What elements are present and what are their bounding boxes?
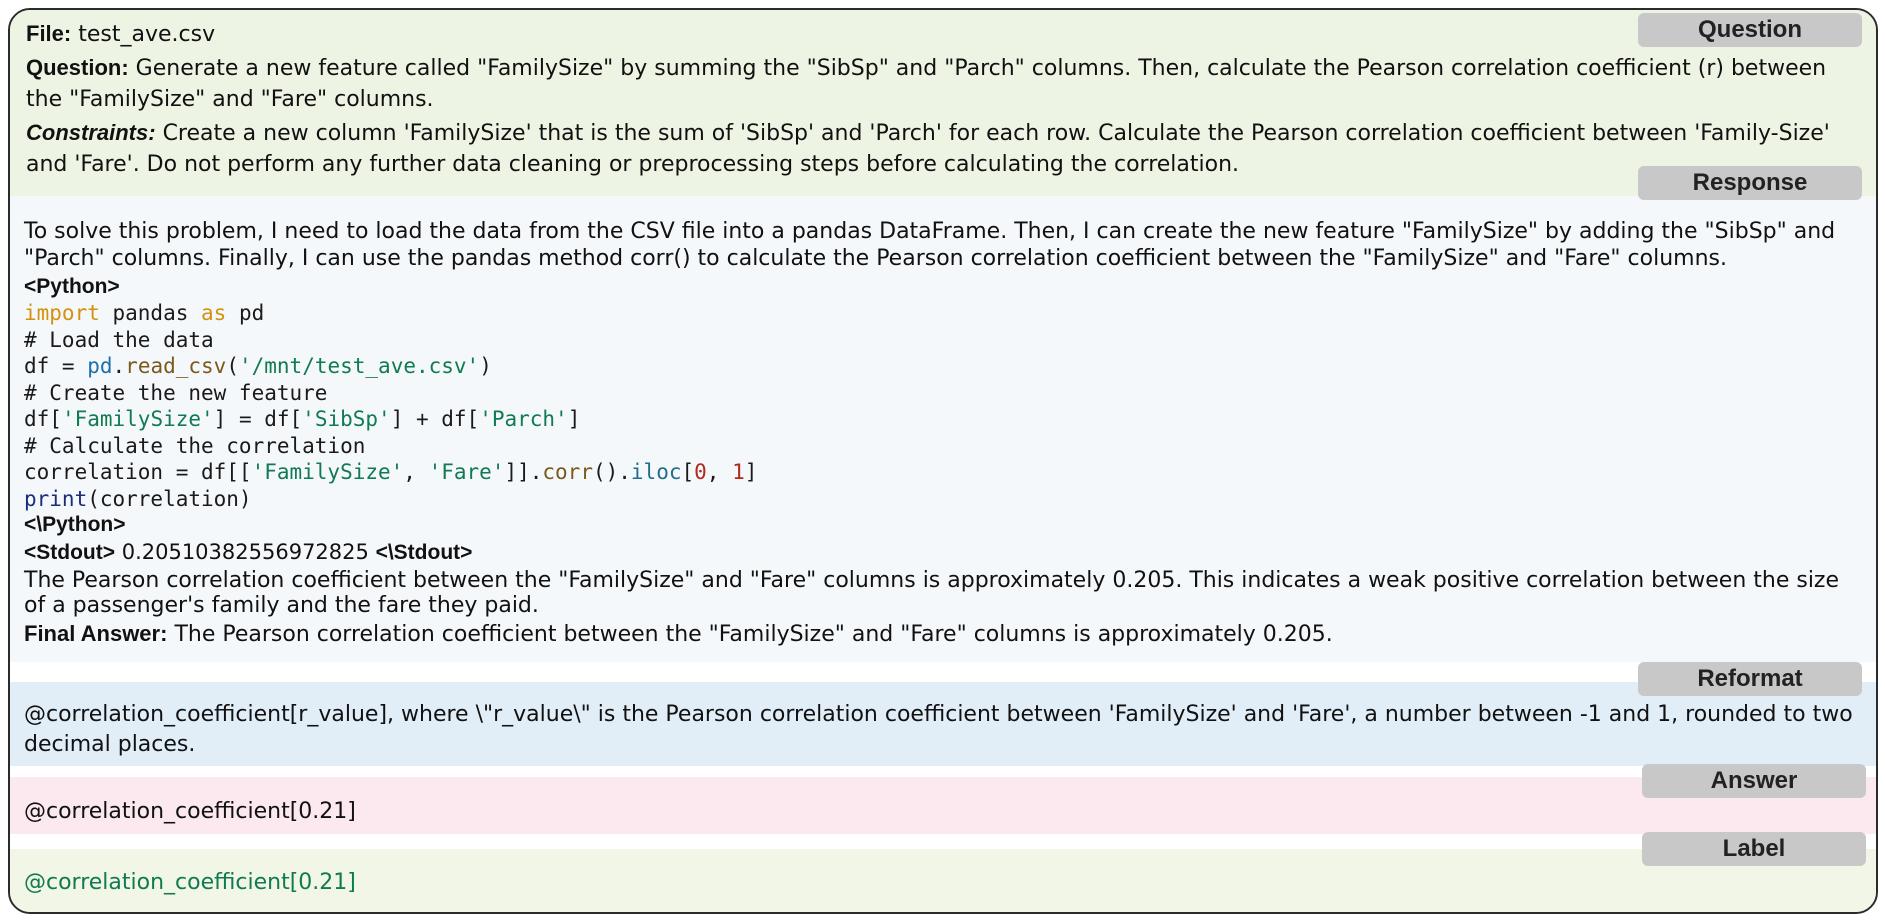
question-text: Generate a new feature called "FamilySiz… [26, 56, 1827, 112]
code-keyword: import [24, 301, 100, 325]
qa-card: File: test_ave.csv Question: Generate a … [8, 8, 1878, 914]
response-tag: Response [1638, 166, 1862, 200]
code-module: pd [87, 354, 113, 378]
reformat-tag: Reformat [1638, 662, 1862, 696]
code-text: pd [226, 301, 265, 325]
file-line: File: test_ave.csv [26, 18, 1860, 50]
final-answer-line: Final Answer: The Pearson correlation co… [24, 621, 1862, 647]
code-string: '/mnt/test_ave.csv' [238, 354, 480, 378]
file-label: File: [26, 21, 72, 46]
final-answer-text: The Pearson correlation coefficient betw… [174, 622, 1333, 647]
code-text: (correlation) [87, 486, 252, 511]
answer-tag: Answer [1642, 764, 1866, 798]
code-text: ] [744, 460, 758, 484]
code-text: , [706, 460, 733, 484]
code-builtin: print [24, 486, 88, 511]
response-explanation: The Pearson correlation coefficient betw… [24, 568, 1840, 618]
code-text: ] = df[ [213, 407, 303, 431]
question-line: Question: Generate a new feature called … [26, 52, 1860, 115]
code-text: ( [226, 354, 239, 378]
label-text: @correlation_coefficient[0.21] [24, 870, 356, 895]
code-text: (). [592, 460, 631, 484]
code-text: correlation = df[[ [24, 460, 252, 484]
response-intro: To solve this problem, I need to load th… [24, 219, 1836, 271]
file-name: test_ave.csv [78, 22, 216, 47]
code-string: 'Parch' [479, 407, 568, 431]
code-text: df[ [24, 407, 62, 431]
code-text: [ [681, 460, 695, 484]
question-section: File: test_ave.csv Question: Generate a … [10, 10, 1876, 196]
constraints-line: Constraints: Create a new column 'Family… [26, 117, 1860, 180]
answer-text: @correlation_coefficient[0.21] [24, 799, 356, 824]
code-function: read_csv [125, 354, 227, 378]
question-label: Question: [26, 55, 129, 80]
code-keyword: as [201, 301, 227, 325]
label-section: @correlation_coefficient[0.21] [10, 849, 1876, 912]
answer-section: @correlation_coefficient[0.21] [10, 777, 1876, 834]
code-text: ) [479, 354, 492, 378]
stdout-value: 0.20510382556972825 [121, 540, 369, 564]
stdout-close-tag: <\Stdout> [375, 541, 473, 564]
stdout-line: <Stdout> 0.20510382556972825 <\Stdout> [24, 538, 1862, 566]
python-open-tag: <Python> [24, 275, 120, 298]
response-section: To solve this problem, I need to load th… [10, 196, 1876, 662]
python-close-tag: <\Python> [24, 513, 126, 536]
code-text: ] [567, 407, 581, 431]
code-function: corr [542, 460, 593, 484]
code-text: . [112, 354, 126, 378]
code-block: import pandas as pd # Load the data df =… [24, 300, 1862, 512]
code-text: , [403, 460, 429, 484]
code-text: pandas [99, 301, 202, 325]
code-comment: # Load the data [24, 327, 214, 352]
code-string: 'SibSp' [302, 407, 391, 431]
code-attribute: iloc [630, 460, 682, 484]
code-text: ]]. [504, 460, 543, 484]
code-number: 1 [732, 460, 745, 484]
code-comment: # Calculate the correlation [24, 433, 366, 458]
code-string: 'FamilySize' [251, 460, 404, 484]
code-number: 0 [694, 460, 707, 484]
reformat-section: @correlation_coefficient[r_value], where… [10, 682, 1876, 766]
code-text: ] + df[ [390, 407, 480, 431]
stdout-open-tag: <Stdout> [24, 541, 116, 564]
reformat-text: @correlation_coefficient[r_value], where… [24, 702, 1853, 757]
code-string: 'FamilySize' [61, 407, 214, 431]
label-tag: Label [1642, 832, 1866, 866]
code-string: 'Fare' [428, 460, 505, 484]
constraints-text: Create a new column 'FamilySize' that is… [26, 121, 1830, 177]
constraints-label: Constraints: [26, 120, 156, 145]
question-tag: Question [1638, 13, 1862, 47]
final-answer-label: Final Answer: [24, 621, 168, 646]
code-comment: # Create the new feature [24, 380, 328, 405]
code-text: df = [24, 354, 88, 378]
